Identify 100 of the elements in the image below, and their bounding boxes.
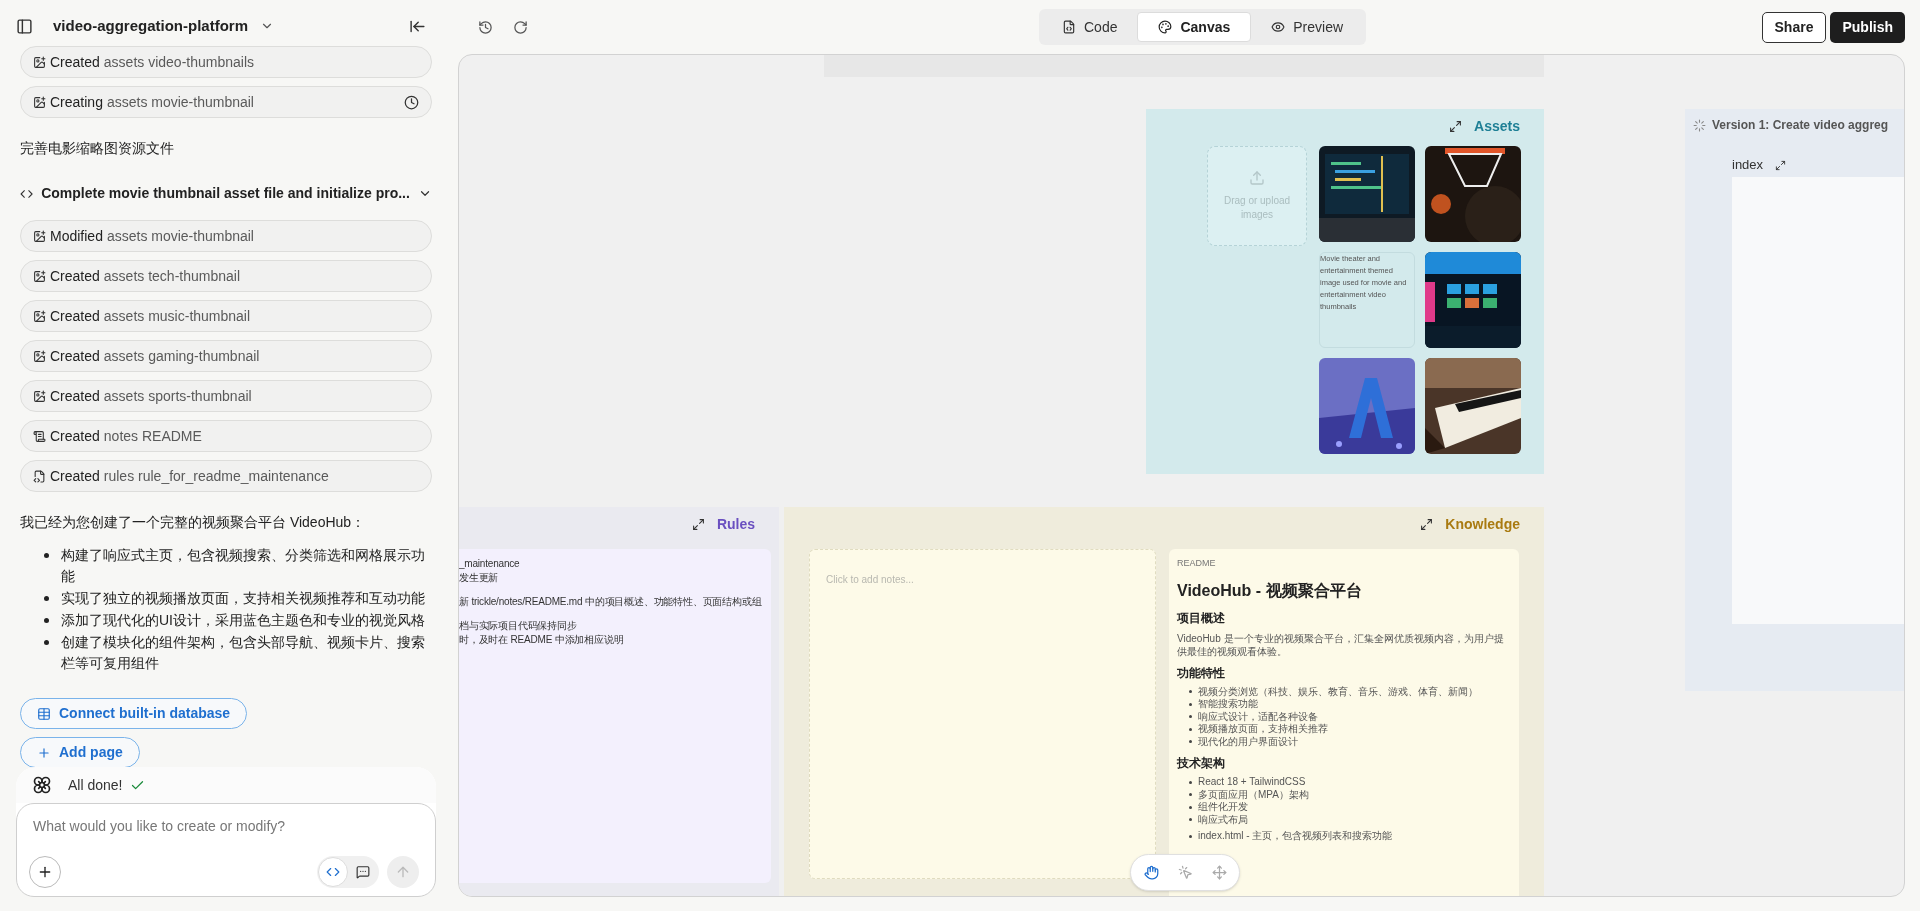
rule-line: 发生更新	[459, 571, 499, 585]
activity-verb: Modified	[50, 226, 103, 246]
summary-text: 我已经为您创建了一个完整的视频聚合平台 VideoHub：	[20, 513, 367, 532]
readme-bullet: 视频分类浏览（科技、娱乐、教育、音乐、游戏、体育、新闻）	[1198, 685, 1478, 698]
hand-icon	[1143, 865, 1159, 880]
activity-chip[interactable]: Created assets gaming-thumbnail	[20, 340, 432, 372]
action-button[interactable]: Connect built-in database	[20, 698, 248, 729]
mode-toggle[interactable]	[317, 856, 379, 888]
preview-icon	[1271, 20, 1286, 34]
activity-target: assets movie-thumbnail	[106, 92, 254, 112]
readme-heading: 项目概述	[1177, 609, 1226, 627]
redo-icon[interactable]	[513, 19, 528, 35]
code-icon	[326, 865, 340, 879]
activity-target: rules rule_for_readme_maintenance	[103, 466, 329, 486]
status-text: All done!	[68, 775, 123, 795]
move-icon	[1211, 865, 1227, 880]
plus-icon	[37, 745, 51, 760]
activity-chip[interactable]: Created rules rule_for_readme_maintenance	[20, 460, 432, 492]
readme-bullet: 组件化开发	[1198, 801, 1248, 814]
action-button[interactable]: Add page	[20, 737, 140, 768]
bullet-icon	[44, 640, 49, 645]
bullet-icon	[1189, 834, 1192, 838]
activity-chip[interactable]: Created notes README	[20, 420, 432, 452]
bullet-icon	[1189, 740, 1192, 744]
activity-target: assets gaming-thumbnail	[103, 346, 260, 366]
activity-verb: Created	[50, 386, 100, 406]
bullet-icon	[44, 596, 49, 601]
activity-chip[interactable]: Created assets music-thumbnail	[20, 300, 432, 332]
rule-line: 时，及时在 README 中添加相应说明	[459, 633, 624, 647]
readme-bullet: React 18 + TailwindCSS	[1198, 776, 1306, 789]
prompt-input[interactable]: What would you like to create or modify?	[33, 816, 419, 837]
bullet-icon	[1189, 780, 1192, 784]
summary-bullet: 实现了独立的视频播放页面，支持相关视频推荐和互动功能	[61, 589, 425, 608]
readme-bullet: 响应式布局	[1198, 813, 1248, 826]
readme-heading: 技术架构	[1177, 755, 1226, 772]
flower-icon	[32, 775, 52, 795]
history-icon[interactable]	[478, 19, 493, 35]
expand-icon[interactable]	[1449, 119, 1463, 133]
activity-verb: Created	[50, 266, 100, 286]
panel-title: Rules	[716, 514, 755, 534]
activity-verb: Created	[50, 306, 100, 326]
rule-line: _maintenance	[459, 557, 520, 571]
expand-icon[interactable]	[1775, 159, 1787, 171]
project-name[interactable]: video-aggregation-platform	[53, 14, 248, 38]
prompt-box[interactable]: What would you like to create or modify?	[16, 803, 436, 897]
image-plus-icon	[33, 229, 46, 243]
share-button[interactable]: Share	[1761, 11, 1827, 43]
image-plus-icon	[33, 55, 46, 69]
sidebar-toggle-icon[interactable]	[16, 17, 33, 35]
activity-target: assets movie-thumbnail	[106, 226, 254, 246]
readme-bullet: 现代化的用户界面设计	[1198, 735, 1298, 748]
chat-message: 完善电影缩略图资源文件	[20, 139, 175, 158]
page-label: index	[1732, 156, 1764, 175]
summary-bullet: 添加了现代化的UI设计，采用蓝色主题色和专业的视觉风格	[61, 611, 425, 630]
loader-icon	[1693, 118, 1706, 132]
activity-chip[interactable]: Created assets video-thumbnails	[20, 46, 432, 78]
panel-title: Knowledge	[1445, 514, 1520, 534]
bullet-icon	[44, 618, 49, 623]
readme-bullet: 视频播放页面，支持相关推荐	[1198, 723, 1328, 736]
readme-paragraph: VideoHub 是一个专业的视频聚合平台，汇集全网优质视频内容，为用户提供最佳的视频观看体验。	[1177, 631, 1505, 658]
publish-button[interactable]: Publish	[1830, 11, 1905, 43]
table-icon	[37, 706, 51, 721]
activity-chip[interactable]: Created assets sports-thumbnail	[20, 380, 432, 412]
plus-icon	[37, 864, 53, 880]
panel-title: Assets	[1474, 116, 1520, 136]
canvas[interactable]	[458, 54, 1905, 897]
bullet-icon	[44, 553, 49, 558]
bullet-icon	[1189, 727, 1192, 731]
activity-target: notes README	[103, 426, 202, 446]
activity-verb: Created	[50, 426, 100, 446]
expand-icon[interactable]	[691, 517, 705, 531]
group-title[interactable]: Complete movie thumbnail asset file and initialize pro...	[41, 183, 410, 204]
activity-chip[interactable]: Created assets tech-thumbnail	[20, 260, 432, 292]
readme-bullet: 智能搜索功能	[1198, 698, 1258, 711]
expand-icon[interactable]	[1420, 517, 1434, 531]
activity-target: assets sports-thumbnail	[103, 386, 252, 406]
bullet-icon	[1189, 715, 1192, 719]
readme-label: README	[1177, 557, 1217, 570]
readme-title: VideoHub - 视频聚合平台	[1177, 580, 1363, 601]
summary-bullet: 创建了模块化的组件架构，包含头部导航、视频卡片、搜索栏等可复用组件	[61, 633, 426, 673]
image-plus-icon	[33, 389, 46, 403]
chat-icon	[356, 865, 370, 879]
activity-target: assets music-thumbnail	[103, 306, 251, 326]
version-title: Version 1: Create video aggreg	[1712, 117, 1889, 134]
notes-placeholder: Click to add notes...	[826, 574, 914, 585]
view-tab[interactable]: Canvas	[1137, 12, 1252, 42]
view-tab[interactable]: Preview	[1251, 12, 1364, 42]
readme-heading: 功能特性	[1177, 664, 1226, 682]
code-icon	[1062, 20, 1076, 34]
image-plus-icon	[33, 349, 46, 363]
activity-target: assets video-thumbnails	[103, 52, 254, 72]
rule-line: 新 trickle/notes/README.md 中的项目概述、功能特性、页面结构或组	[459, 595, 762, 609]
image-plus-icon	[33, 269, 46, 283]
activity-verb: Created	[50, 346, 100, 366]
activity-chip[interactable]: Creating assets movie-thumbnail	[20, 86, 432, 118]
activity-chip[interactable]: Modified assets movie-thumbnail	[20, 220, 432, 252]
view-tab[interactable]: Code	[1042, 12, 1138, 42]
bullet-icon	[1189, 702, 1192, 706]
pointer-click-icon	[1177, 865, 1193, 880]
scroll-icon	[33, 429, 46, 443]
